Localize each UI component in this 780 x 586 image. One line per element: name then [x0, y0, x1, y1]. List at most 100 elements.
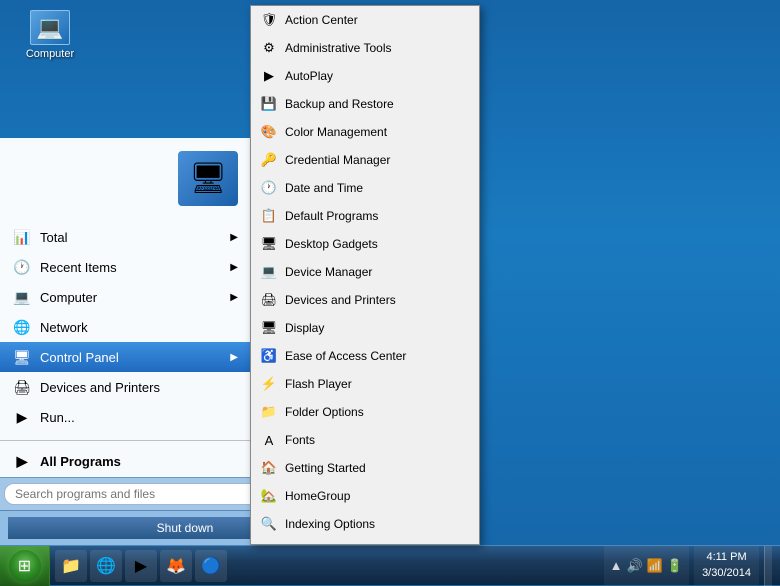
cp-item-7[interactable]: 📋 Default Programs — [251, 202, 479, 230]
cp-item-17[interactable]: 🏡 HomeGroup — [251, 482, 479, 510]
control-panel-arrow: ▶ — [230, 352, 238, 363]
taskbar-right: ▲ 🔊 📶 🔋 4:11 PM 3/30/2014 — [596, 546, 780, 585]
cp-item-label-16: Getting Started — [285, 461, 366, 475]
cp-item-label-12: Ease of Access Center — [285, 349, 406, 363]
cp-item-9[interactable]: 💻Device Manager — [251, 258, 479, 286]
taskbar-ie-button[interactable]: 🌐 — [90, 550, 122, 582]
menu-item-total[interactable]: 📊 Total ▶ — [0, 222, 250, 252]
taskbar-media-button[interactable]: ▶ — [125, 550, 157, 582]
taskbar: ⊞ 📁 🌐 ▶ 🦊 🔵 ▲ 🔊 📶 — [0, 545, 780, 585]
cp-item-icon-7: 📋 — [259, 206, 279, 226]
cp-item-14[interactable]: 📁Folder Options — [251, 398, 479, 426]
cp-item-icon-6: 🕐 — [259, 178, 279, 198]
cp-item-4[interactable]: 🎨 Color Management — [251, 118, 479, 146]
cp-item-label-0: Action Center — [285, 13, 358, 27]
menu-item-run-label: Run... — [40, 410, 75, 425]
tray-battery-icon[interactable]: 🔋 — [667, 558, 683, 574]
cp-item-19[interactable]: 🌐Internet Options — [251, 538, 479, 545]
cp-item-label-17: HomeGroup — [285, 489, 350, 503]
control-panel-icon: 🖥 — [12, 347, 32, 367]
recent-icon: 🕐 — [12, 257, 32, 277]
system-tray: ▲ 🔊 📶 🔋 — [604, 546, 689, 585]
cp-item-icon-17: 🏡 — [259, 486, 279, 506]
cp-item-label-4: Color Management — [285, 125, 387, 139]
cp-item-6[interactable]: 🕐 Date and Time — [251, 174, 479, 202]
cp-item-icon-13: ⚡ — [259, 374, 279, 394]
tray-speaker-icon[interactable]: 🔊 — [627, 558, 643, 574]
cp-item-2[interactable]: ▶AutoPlay — [251, 62, 479, 90]
tray-network-icon[interactable]: 📶 — [647, 558, 663, 574]
cp-item-label-1: Administrative Tools — [285, 41, 392, 55]
start-menu-program-image: 🖥 — [0, 138, 250, 218]
taskbar-extra-button[interactable]: 🔵 — [195, 550, 227, 582]
start-menu-left-panel: 🖥 📊 Total ▶ 🕐 Recent Items ▶ — [0, 138, 250, 477]
cp-item-icon-11: 🖥 — [259, 318, 279, 338]
taskbar-explorer-button[interactable]: 📁 — [55, 550, 87, 582]
explorer-icon: 📁 — [61, 556, 81, 576]
cp-item-8[interactable]: 🖥Desktop Gadgets — [251, 230, 479, 258]
cp-item-3[interactable]: 💾Backup and Restore — [251, 90, 479, 118]
menu-item-devices-label: Devices and Printers — [40, 380, 160, 395]
cp-item-5[interactable]: 🔑Credential Manager — [251, 146, 479, 174]
show-desktop-button[interactable] — [764, 546, 772, 586]
menu-item-control-panel[interactable]: 🖥 Control Panel ▶ — [0, 342, 250, 372]
computer-desktop-icon[interactable]: 💻 Computer — [15, 10, 85, 60]
clock-time: 4:11 PM — [706, 550, 746, 565]
menu-item-devices[interactable]: 🖨 Devices and Printers — [0, 372, 250, 402]
cp-item-icon-5: 🔑 — [259, 150, 279, 170]
cp-item-label-13: Flash Player — [285, 377, 352, 391]
cp-item-0[interactable]: 🛡 Action Center — [251, 6, 479, 34]
menu-item-run[interactable]: ▶ Run... — [0, 402, 250, 432]
cp-item-label-9: Device Manager — [285, 265, 372, 279]
computer-menu-icon: 💻 — [12, 287, 32, 307]
cp-item-18[interactable]: 🔍 Indexing Options — [251, 510, 479, 538]
cp-item-11[interactable]: 🖥Display — [251, 314, 479, 342]
all-programs-row[interactable]: ▶ All Programs — [0, 445, 250, 477]
cp-item-label-3: Backup and Restore — [285, 97, 394, 111]
cp-item-icon-8: 🖥 — [259, 234, 279, 254]
windows-logo-icon: ⊞ — [18, 556, 31, 576]
cp-item-label-18: Indexing Options — [285, 517, 375, 531]
all-programs-label: All Programs — [40, 454, 121, 469]
menu-item-control-panel-label: Control Panel — [40, 350, 119, 365]
start-menu-items: 📊 Total ▶ 🕐 Recent Items ▶ 💻 Computer ▶ — [0, 218, 250, 436]
cp-item-icon-18: 🔍 — [259, 514, 279, 534]
cp-item-icon-16: 🏠 — [259, 458, 279, 478]
computer-icon: 💻 — [30, 10, 70, 45]
computer-icon-label: Computer — [26, 48, 74, 60]
start-orb: ⊞ — [9, 550, 41, 582]
computer-arrow: ▶ — [230, 292, 238, 303]
menu-item-total-label: Total — [40, 230, 67, 245]
cp-item-label-6: Date and Time — [285, 181, 363, 195]
menu-divider — [0, 440, 250, 441]
menu-item-computer[interactable]: 💻 Computer ▶ — [0, 282, 250, 312]
devices-icon: 🖨 — [12, 377, 32, 397]
all-programs-icon: ▶ — [12, 451, 32, 471]
taskbar-firefox-button[interactable]: 🦊 — [160, 550, 192, 582]
total-arrow: ▶ — [230, 232, 238, 243]
cp-item-label-10: Devices and Printers — [285, 293, 396, 307]
cp-item-10[interactable]: 🖨 Devices and Printers — [251, 286, 479, 314]
cp-item-13[interactable]: ⚡ Flash Player — [251, 370, 479, 398]
clock-area[interactable]: 4:11 PM 3/30/2014 — [694, 546, 759, 585]
menu-item-network[interactable]: 🌐 Network — [0, 312, 250, 342]
extra-icon: 🔵 — [201, 556, 221, 576]
cp-item-label-14: Folder Options — [285, 405, 364, 419]
cp-item-1[interactable]: ⚙Administrative Tools — [251, 34, 479, 62]
cp-item-15[interactable]: AFonts — [251, 426, 479, 454]
cp-item-16[interactable]: 🏠 Getting Started — [251, 454, 479, 482]
cp-item-label-7: Default Programs — [285, 209, 378, 223]
cp-item-icon-0: 🛡 — [259, 10, 279, 30]
network-icon: 🌐 — [12, 317, 32, 337]
taskbar-apps: 📁 🌐 ▶ 🦊 🔵 — [50, 550, 596, 582]
start-button[interactable]: ⊞ — [0, 546, 50, 586]
menu-item-recent-label: Recent Items — [40, 260, 117, 275]
cp-item-12[interactable]: ♿Ease of Access Center — [251, 342, 479, 370]
menu-item-recent[interactable]: 🕐 Recent Items ▶ — [0, 252, 250, 282]
cp-item-icon-10: 🖨 — [259, 290, 279, 310]
media-icon: ▶ — [135, 556, 147, 576]
tray-icon-1: ▲ — [610, 558, 623, 573]
control-panel-submenu: 🛡 Action Center ⚙Administrative Tools▶Auto… — [250, 5, 480, 545]
cp-item-icon-4: 🎨 — [259, 122, 279, 142]
recent-arrow: ▶ — [230, 262, 238, 273]
